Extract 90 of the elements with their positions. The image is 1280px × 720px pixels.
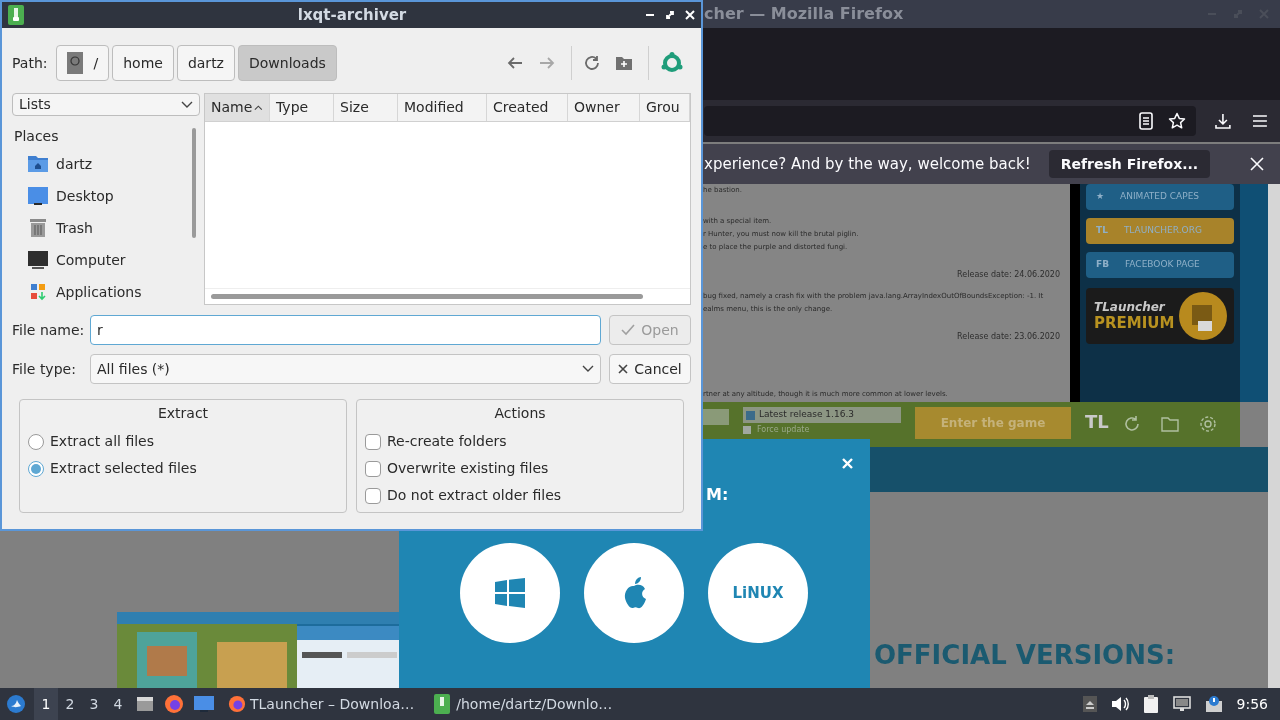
chevron-down-icon (582, 365, 594, 373)
checkbox[interactable] (743, 425, 751, 434)
windows-icon (495, 578, 525, 608)
home-icon (28, 154, 48, 174)
field-label: File name: (12, 320, 82, 340)
radio-button[interactable] (28, 433, 44, 450)
premium-banner[interactable]: TLauncher PREMIUM (1086, 288, 1234, 344)
workspace-button[interactable]: 4 (106, 688, 130, 720)
forward-icon[interactable] (539, 56, 555, 70)
cancel-button[interactable]: Cancel (609, 354, 691, 384)
place-item[interactable]: Applications (12, 276, 188, 308)
linux-button[interactable]: LiNUX (708, 543, 808, 643)
checkbox-label: Overwrite existing files (387, 459, 549, 478)
clipboard-icon[interactable] (1142, 695, 1159, 713)
window-title: lxqt-archiver (296, 4, 408, 26)
file-manager-icon[interactable] (136, 695, 154, 713)
release-date: Release date: 23.06.2020 (957, 331, 1060, 343)
panel-title: Actions (494, 404, 546, 423)
path-label: Path: (12, 53, 48, 73)
workspace-button[interactable]: 3 (82, 688, 106, 720)
workspace-button[interactable]: 2 (58, 688, 82, 720)
checkbox-label: Force update (757, 425, 810, 434)
trash-icon (28, 218, 48, 238)
field-label: File type: (12, 359, 77, 379)
radio-label: Extract all files (50, 432, 154, 451)
window-title: cher — Mozilla Firefox (704, 3, 904, 25)
checkbox[interactable] (365, 433, 381, 450)
checkbox-label: Do not extract older files (387, 486, 562, 505)
volume-icon[interactable] (1110, 696, 1129, 712)
checkbox[interactable] (365, 487, 381, 504)
back-icon[interactable] (507, 56, 523, 70)
update-notification-icon[interactable] (1204, 695, 1223, 713)
view-select[interactable]: Lists (12, 93, 200, 116)
reader-view-icon[interactable] (1138, 112, 1155, 130)
place-item[interactable]: Trash (12, 212, 188, 244)
path-button[interactable]: Downloads (237, 45, 337, 81)
folder-icon[interactable] (1160, 416, 1179, 432)
check-icon (621, 324, 636, 336)
browser-icon[interactable] (164, 694, 184, 714)
settings-icon[interactable] (1198, 415, 1217, 433)
checkbox-label: Re-create folders (387, 432, 507, 451)
panel-title: Extract (157, 404, 209, 423)
star-icon[interactable] (1168, 112, 1187, 130)
path-button[interactable]: home (112, 45, 174, 81)
network-icon[interactable] (1172, 696, 1191, 712)
radio-button[interactable] (28, 460, 44, 477)
section-heading: Places (13, 127, 60, 146)
version-select[interactable]: Latest release 1.16.3 (743, 407, 901, 423)
text-field[interactable] (703, 409, 729, 425)
notification-message: xperience? And by the way, welcome back! (704, 153, 1031, 175)
refresh-button[interactable]: Refresh Firefox... (1048, 150, 1211, 178)
refresh-icon[interactable] (1122, 415, 1141, 433)
file-list[interactable]: Name Type Size Modified Created Owner Grou (204, 93, 691, 305)
file-name-field[interactable]: r (90, 315, 601, 345)
modal-heading: M: (706, 484, 729, 506)
release-date: Release date: 24.06.2020 (957, 269, 1060, 281)
task-button[interactable]: TLauncher – Downloa… (222, 688, 421, 720)
workspace-button[interactable]: 1 (34, 688, 58, 720)
archive-app-icon (8, 5, 24, 25)
chevron-down-icon (181, 100, 193, 109)
scrollbar-thumb[interactable] (192, 128, 196, 238)
computer-icon (28, 250, 48, 270)
refresh-icon[interactable] (584, 55, 600, 71)
apps-grid-icon (28, 282, 48, 302)
browser-icon (228, 695, 246, 713)
place-item[interactable]: Desktop (12, 180, 188, 212)
download-icon[interactable] (1214, 112, 1233, 130)
app-logo-icon[interactable] (661, 52, 683, 74)
menu-icon[interactable] (1252, 114, 1268, 128)
path-button[interactable]: / (56, 45, 110, 81)
scrollbar-thumb[interactable] (211, 294, 643, 299)
file-type-select[interactable]: All files (*) (90, 354, 601, 384)
place-item[interactable]: Computer (12, 244, 188, 276)
radio-label: Extract selected files (50, 459, 197, 478)
desktop-icon[interactable] (194, 696, 214, 712)
headline: OFFICIAL VERSIONS: (874, 639, 1176, 671)
desktop-icon (28, 186, 48, 206)
column-header[interactable]: Name (205, 94, 270, 121)
start-menu-icon[interactable] (6, 694, 26, 714)
clock: 9:56 (1236, 694, 1268, 714)
task-button[interactable]: /home/dartz/Downlo… (428, 688, 619, 720)
drive-icon (67, 52, 84, 74)
path-button[interactable]: dartz (176, 45, 235, 81)
close-icon (618, 364, 629, 374)
checkbox[interactable] (365, 460, 381, 477)
new-folder-icon[interactable] (616, 56, 632, 70)
place-item[interactable]: dartz (12, 148, 188, 180)
archive-app-icon (434, 694, 451, 714)
sort-up-icon (254, 104, 263, 111)
maximize-icon[interactable] (665, 10, 675, 20)
